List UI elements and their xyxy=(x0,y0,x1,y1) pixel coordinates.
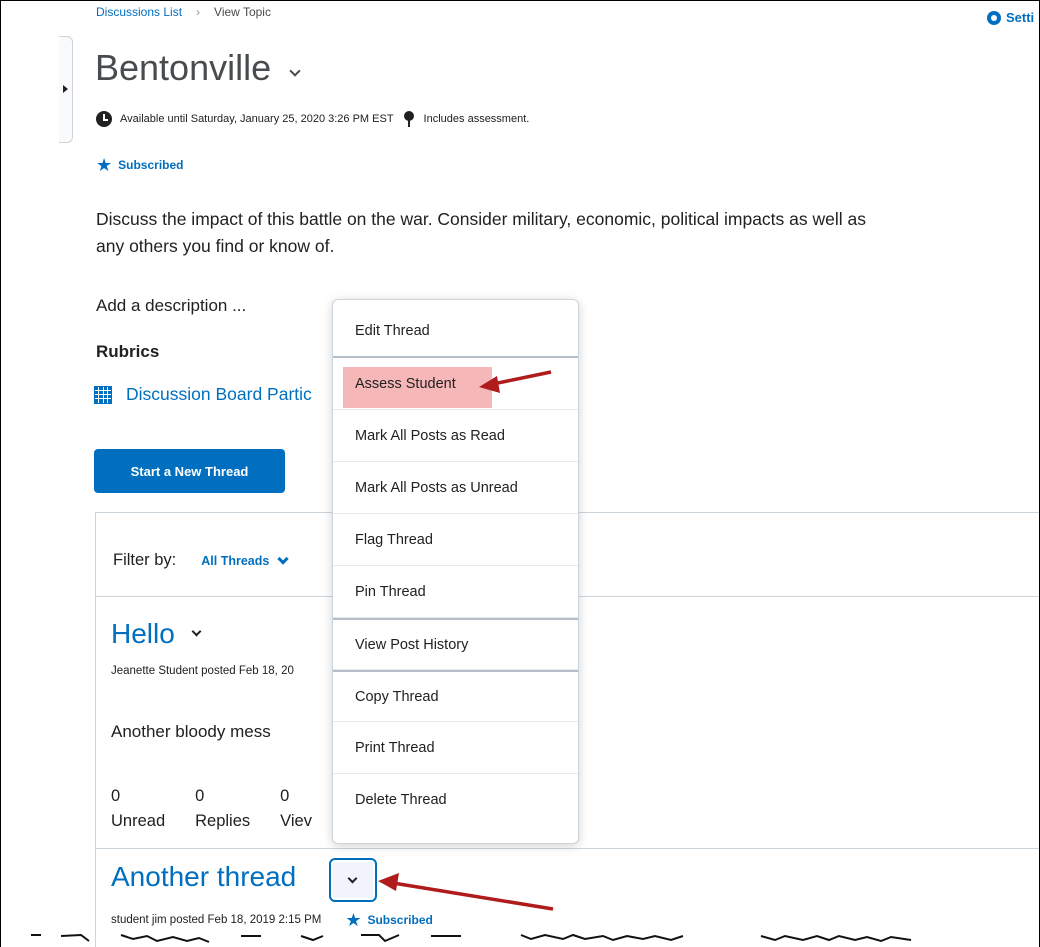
cropped-text-fragment xyxy=(31,933,912,943)
arrow-to-actions-button xyxy=(378,873,554,911)
page: Discussions List › View Topic Setti Benton… xyxy=(0,0,1040,947)
annotation-arrows xyxy=(378,370,554,911)
menu-item-label: Assess Student xyxy=(355,375,456,392)
arrow-to-assess-student xyxy=(479,370,552,393)
